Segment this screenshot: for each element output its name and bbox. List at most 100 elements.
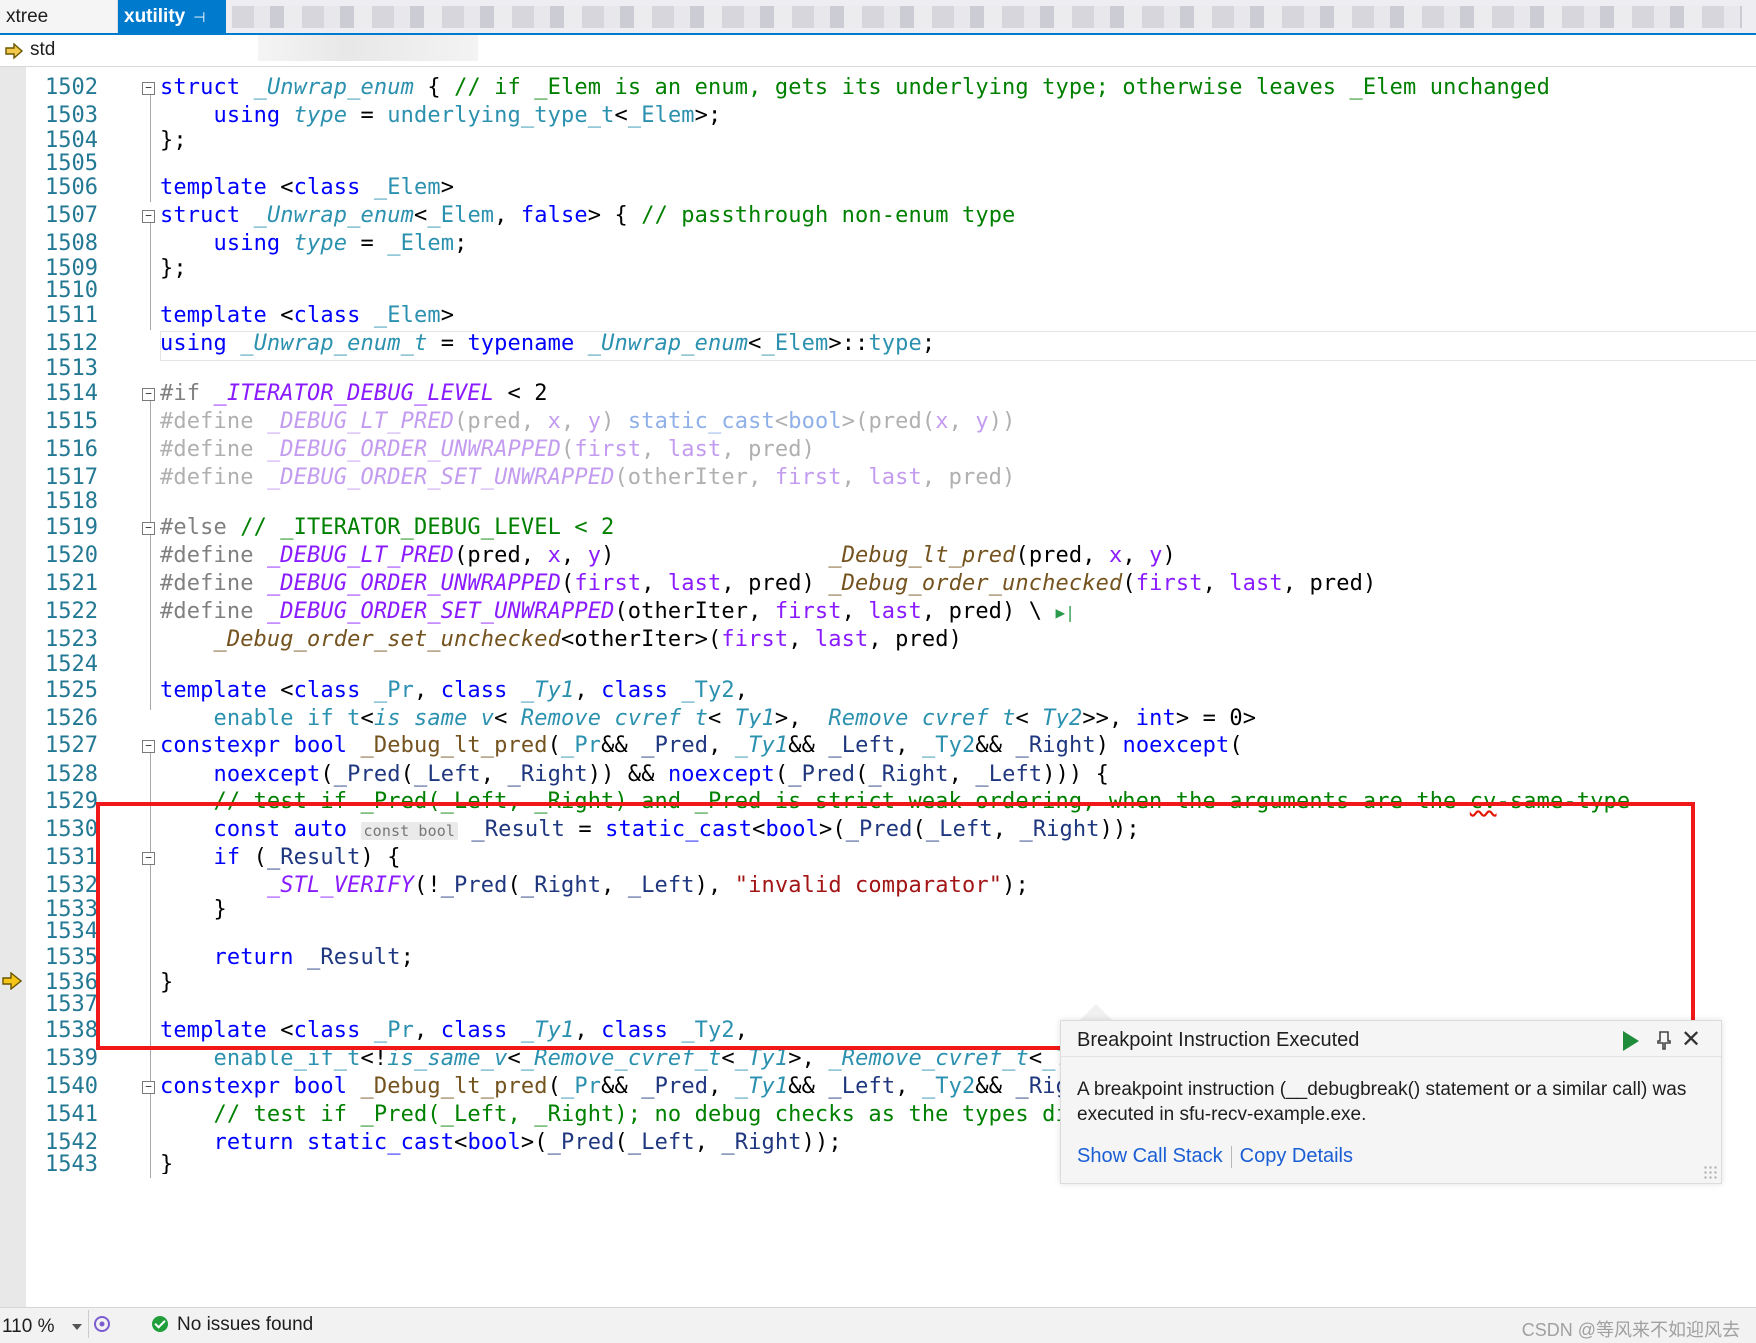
zoom-level: 110 % [2, 1316, 55, 1337]
line-number: 1531 [45, 845, 98, 870]
popup-divider [1061, 1056, 1721, 1057]
line-number: 1528 [45, 762, 98, 787]
code-line: using _Unwrap_enum_t = typename _Unwrap_… [160, 331, 936, 356]
blurred-region [258, 35, 478, 61]
collapse-icon[interactable]: − [142, 1081, 155, 1094]
line-number: 1504 [45, 128, 98, 153]
popup-message: A breakpoint instruction (__debugbreak()… [1077, 1079, 1687, 1125]
line-number: 1541 [45, 1102, 98, 1127]
code-line: struct _Unwrap_enum { // if _Elem is an … [160, 75, 1551, 100]
resize-grip[interactable] [1703, 1165, 1717, 1179]
line-number: 1524 [45, 652, 98, 677]
namespace-icon [5, 42, 24, 60]
line-number: 1527 [45, 733, 98, 758]
code-line: template <class _Elem> [160, 303, 455, 328]
code-line: using type = _Elem; [213, 231, 468, 256]
code-line: }; [160, 128, 187, 153]
exception-popup: Breakpoint Instruction Executed ✕ A brea… [1060, 1020, 1722, 1184]
watermark: CSDN @等风来不如迎风去 [1521, 1320, 1740, 1340]
pin-icon[interactable] [1653, 1029, 1675, 1051]
line-number: 1525 [45, 678, 98, 703]
code-line: #if _ITERATOR_DEBUG_LEVEL < 2 [160, 381, 548, 406]
line-number: 1537 [45, 992, 98, 1017]
scope-dropdown[interactable]: std [30, 39, 55, 61]
line-number: 1518 [45, 489, 98, 514]
line-number: 1540 [45, 1074, 98, 1099]
line-number: 1506 [45, 175, 98, 200]
line-number: 1539 [45, 1046, 98, 1071]
code-line: #define _DEBUG_ORDER_SET_UNWRAPPED(other… [160, 465, 1016, 490]
zoom-dropdown[interactable]: 110 % [0, 1310, 89, 1338]
line-number: 1510 [45, 278, 98, 303]
line-number: 1538 [45, 1018, 98, 1043]
line-number: 1516 [45, 437, 98, 462]
collapse-icon[interactable]: − [142, 388, 155, 401]
code-line: noexcept(_Pred(_Left, _Right)) && noexce… [213, 762, 1110, 787]
popup-links: Show Call Stack Copy Details [1077, 1145, 1353, 1168]
tab-bar: xtree xutility ⊣ [0, 0, 1756, 33]
code-line: struct _Unwrap_enum<_Elem, false> { // p… [160, 203, 1016, 228]
line-number: 1543 [45, 1152, 98, 1174]
tab-xtree[interactable]: xtree [0, 0, 118, 33]
line-number: 1511 [45, 303, 98, 328]
check-icon [152, 1316, 168, 1332]
show-call-stack-link[interactable]: Show Call Stack [1077, 1145, 1223, 1167]
navigation-bar: std [0, 35, 1756, 67]
line-number: 1521 [45, 571, 98, 596]
code-line: #define _DEBUG_ORDER_UNWRAPPED(first, la… [160, 437, 815, 462]
line-number: 1517 [45, 465, 98, 490]
code-line: // test if _Pred(_Left, _Right); no debu… [213, 1102, 1123, 1127]
line-number: 1508 [45, 231, 98, 256]
line-number: 1512 [45, 331, 98, 356]
line-number: 1514 [45, 381, 98, 406]
code-line: #else // _ITERATOR_DEBUG_LEVEL < 2 [160, 515, 615, 540]
chevron-down-icon[interactable] [72, 1324, 82, 1330]
execution-pointer-icon [2, 972, 22, 990]
line-number: 1519 [45, 515, 98, 540]
line-number: 1526 [45, 706, 98, 728]
code-line: template <class _Pr, class _Ty1, class _… [160, 678, 749, 703]
tab-xutility[interactable]: xutility ⊣ [118, 0, 226, 33]
line-number: 1529 [45, 789, 98, 814]
intellicode-icon[interactable] [92, 1314, 112, 1334]
line-number: 1507 [45, 203, 98, 228]
link-divider [1230, 1145, 1232, 1168]
line-number: 1520 [45, 543, 98, 568]
popup-title: Breakpoint Instruction Executed [1077, 1029, 1360, 1051]
line-number: 1505 [45, 151, 98, 176]
highlight-box [96, 802, 1695, 1050]
code-line: #define _DEBUG_ORDER_UNWRAPPED(first, la… [160, 571, 1377, 596]
popup-pointer [1080, 1004, 1112, 1020]
line-number: 1530 [45, 817, 98, 842]
collapse-icon[interactable]: − [142, 740, 155, 753]
code-line: #define _DEBUG_LT_PRED(pred, x, y) stati… [160, 409, 1016, 434]
line-number: 1503 [45, 103, 98, 128]
copy-details-link[interactable]: Copy Details [1240, 1145, 1353, 1167]
continue-icon[interactable] [1623, 1031, 1639, 1051]
line-number: 1534 [45, 919, 98, 944]
pin-icon[interactable]: ⊣ [193, 9, 205, 25]
code-line: enable_if_t<is_same_v<_Remove_cvref_t<_T… [213, 706, 1257, 728]
line-number: 1522 [45, 599, 98, 624]
status-bar: 110 % No issues found CSDN @等风来不如迎风去 [0, 1307, 1756, 1343]
code-line: _Debug_order_set_unchecked<otherIter>(fi… [213, 627, 962, 652]
collapse-icon[interactable]: − [142, 522, 155, 535]
issues-status[interactable]: No issues found [177, 1314, 313, 1336]
line-number: 1523 [45, 627, 98, 652]
tab-label: xtree [6, 6, 49, 27]
glyph-margin[interactable] [0, 67, 26, 1307]
collapse-icon[interactable]: − [142, 82, 155, 95]
code-line: #define _DEBUG_ORDER_SET_UNWRAPPED(other… [160, 599, 1076, 624]
line-number: 1535 [45, 945, 98, 970]
line-number: 1513 [45, 356, 98, 381]
code-line: constexpr bool _Debug_lt_pred(_Pr&& _Pre… [160, 733, 1243, 758]
tab-label: xutility [124, 6, 186, 27]
code-line: } [160, 1152, 174, 1174]
code-line: #define _DEBUG_LT_PRED(pred, x, y) _Debu… [160, 543, 1176, 568]
blurred-tabs [232, 6, 1742, 28]
collapse-icon[interactable]: − [142, 210, 155, 223]
line-number: 1502 [45, 75, 98, 100]
line-number: 1532 [45, 873, 98, 898]
code-line: using type = underlying_type_t<_Elem>; [213, 103, 722, 128]
close-icon[interactable]: ✕ [1681, 1025, 1701, 1054]
